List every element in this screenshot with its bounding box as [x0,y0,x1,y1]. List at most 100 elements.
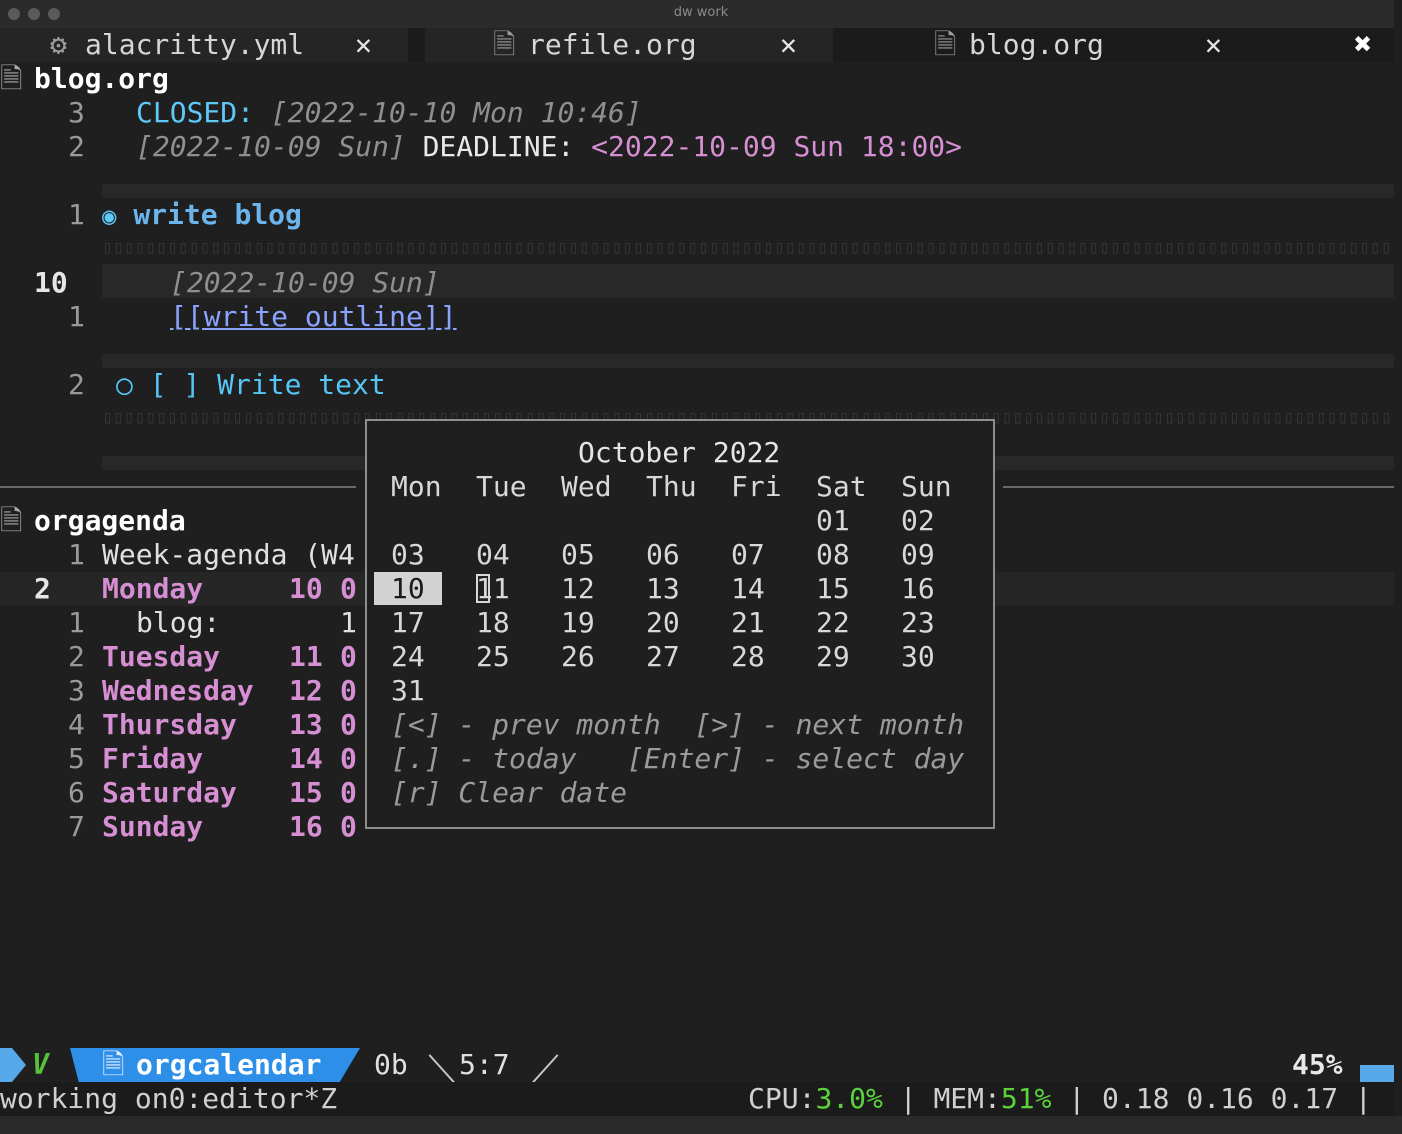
calendar-day[interactable]: 04 [476,538,510,572]
calendar-day[interactable]: 15 [816,572,850,606]
agenda-day-thursday[interactable]: Thursday [102,708,237,742]
calendar-day[interactable]: 27 [646,640,680,674]
calendar-day[interactable]: 18 [476,606,510,640]
calendar-day[interactable]: 24 [391,640,425,674]
calendar-day-selected[interactable]: 10 [391,572,425,606]
weekday-header: Wed [561,470,612,503]
window-edge [0,1116,1402,1134]
agenda-day-count: 0 [340,708,357,741]
close-all-tabs-icon[interactable]: ✖ [1354,28,1372,62]
separator: | [882,1082,934,1115]
file-icon: 🗎 [0,62,23,95]
agenda-day-date: 15 [289,776,323,809]
tab-close-icon[interactable]: ✕ [780,28,797,62]
closed-timestamp: [2022-10-10 Mon 10:46] [254,96,642,129]
agenda-day-date: 11 [289,640,323,673]
calendar-day[interactable]: 16 [901,572,935,606]
tmux-system-stats: CPU:3.0% | MEM:51% | 0.18 0.16 0.17 | [748,1082,1372,1116]
todo-text: [ ] Write text [149,368,386,401]
line-number: 7 [68,810,85,843]
agenda-week-title: Week-agenda (W4 [102,538,355,571]
calendar-day[interactable]: 01 [816,504,850,538]
text-cursor [476,574,490,603]
tab-refile-org[interactable]: 🗎 refile.org ✕ [425,28,833,62]
entry-timestamp: [2022-10-09 Sun] [170,266,440,299]
calendar-day[interactable]: 28 [731,640,765,674]
agenda-day-count: 0 [340,572,357,605]
file-icon: 🗎 [102,1048,125,1081]
pane-title-blog: blog.org [34,62,169,95]
calendar-day[interactable]: 12 [561,572,595,606]
todo-write-text[interactable]: ○ [ ] Write text [102,368,386,402]
calendar-day[interactable]: 29 [816,640,850,674]
agenda-day-date: 13 [289,708,323,741]
line-number: 2 [68,368,85,401]
buffer-size: 0b [374,1048,408,1081]
tab-blog-org[interactable]: 🗎 blog.org ✕ [850,28,1340,62]
calendar-day[interactable]: 03 [391,538,425,572]
mode-indicator [0,1048,12,1082]
calendar-month-title: October 2022 [578,436,781,469]
heading-write-blog[interactable]: ◉ write blog [102,198,302,232]
calendar-day[interactable]: 07 [731,538,765,572]
calendar-day[interactable]: 19 [561,606,595,640]
calendar-day[interactable]: 13 [646,572,680,606]
calendar-day[interactable]: 02 [901,504,935,538]
calendar-day[interactable]: 20 [646,606,680,640]
calendar-help-clear: [r] Clear date [391,776,628,809]
calendar-day[interactable]: 31 [391,674,425,708]
agenda-day-monday[interactable]: Monday [102,572,203,606]
calendar-day[interactable]: 26 [561,640,595,674]
line-number: 1 [68,538,85,571]
agenda-day-wednesday[interactable]: Wednesday [102,674,254,708]
closed-keyword: CLOSED: [136,96,255,129]
weekday-header: Tue [476,470,527,503]
line-number: 1 [68,198,85,231]
headline-separator: ▯▯▯▯▯▯▯▯▯▯▯▯▯▯▯▯▯▯▯▯▯▯▯▯▯▯▯▯▯▯▯▯▯▯▯▯▯▯▯▯… [102,237,1394,258]
agenda-day-friday[interactable]: Friday [102,742,203,776]
tab-label: blog.org [969,28,1104,61]
calendar-day[interactable]: 17 [391,606,425,640]
closed-line[interactable]: CLOSED: [2022-10-10 Mon 10:46] [136,96,642,130]
calendar-day[interactable]: 23 [901,606,935,640]
heading-band [102,354,1394,368]
tab-close-icon[interactable]: ✕ [355,28,372,62]
calendar-day[interactable]: 22 [816,606,850,640]
agenda-day-date: 16 [289,810,323,843]
heading-title: write blog [133,198,302,231]
tmux-session[interactable]: working on0:editor*Z [0,1082,337,1116]
line-number: 4 [68,708,85,741]
calendar-day[interactable]: 25 [476,640,510,674]
visual-mode-icon: V [32,1048,49,1081]
calendar-day[interactable]: 05 [561,538,595,572]
weekday-header: Sun [901,470,952,503]
agenda-day-sunday[interactable]: Sunday [102,810,203,844]
file-icon: 🗎 [934,28,957,61]
agenda-category[interactable]: blog: [136,606,220,640]
pane-title-agenda: orgagenda [34,504,186,537]
calendar-day[interactable]: 08 [816,538,850,572]
tab-alacritty-yml[interactable]: ⚙ alacritty.yml ✕ [0,28,408,62]
calendar-day[interactable]: 30 [901,640,935,674]
outline-link[interactable]: [[write outline]] [170,300,457,334]
load-average: 0.18 0.16 0.17 [1102,1082,1339,1115]
agenda-day-tuesday[interactable]: Tuesday [102,640,220,674]
cursor-position: 5:7 [459,1048,510,1081]
buffer-name: orgcalendar [136,1048,322,1081]
line-number: 2 [68,640,85,673]
line-number: 3 [68,96,85,129]
calendar-day[interactable]: 14 [731,572,765,606]
calendar-day[interactable]: 06 [646,538,680,572]
agenda-day-date: 14 [289,742,323,775]
calendar-day[interactable]: 21 [731,606,765,640]
calendar-day[interactable]: 09 [901,538,935,572]
deadline-line[interactable]: [2022-10-09 Sun] DEADLINE: <2022-10-09 S… [136,130,962,164]
line-number: 1 [68,300,85,333]
tab-close-icon[interactable]: ✕ [1205,28,1222,62]
agenda-day-saturday[interactable]: Saturday [102,776,237,810]
agenda-day-date: 10 [289,572,323,605]
split-divider[interactable] [1003,486,1394,488]
split-divider[interactable] [0,486,356,488]
line-number: 2 [68,130,85,163]
current-line-number: 10 [34,266,68,299]
